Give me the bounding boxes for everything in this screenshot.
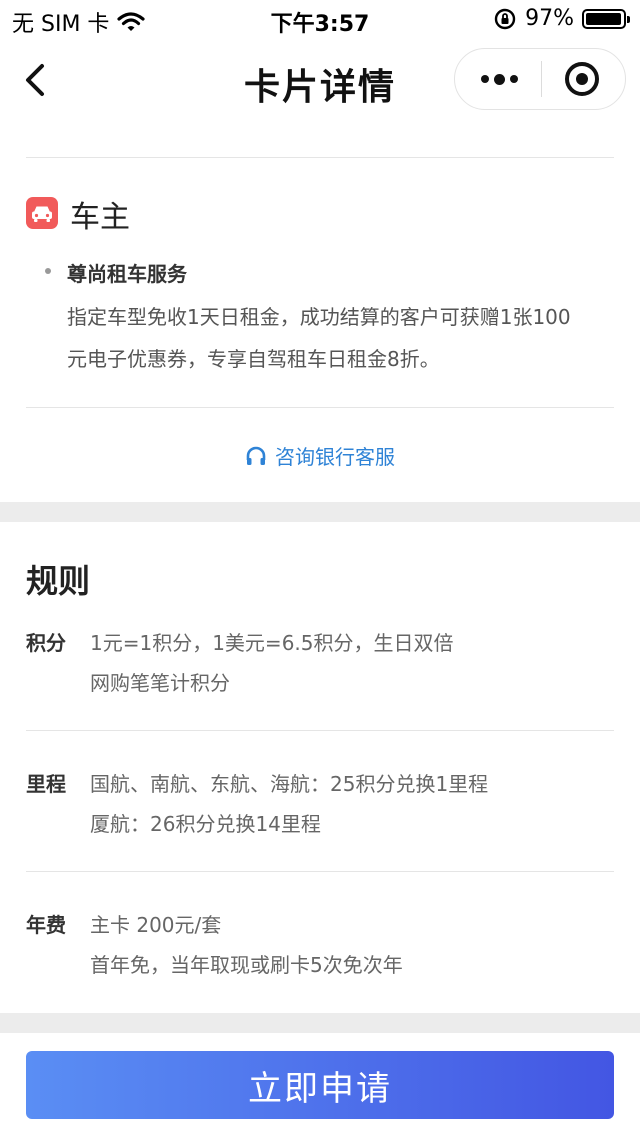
rules-title: 规则 <box>26 562 91 600</box>
rule-label-annual-fee: 年费 <box>26 913 66 937</box>
status-bar: 无 SIM 卡 下午3:57 97% <box>0 0 640 40</box>
divider <box>26 871 614 872</box>
orientation-lock-icon <box>494 8 516 29</box>
rule-line: 首年免，当年取现或刷卡5次免次年 <box>90 953 403 977</box>
benefit-desc-line: 元电子优惠券，专享自驾租车日租金8折。 <box>67 347 440 371</box>
rule-line: 国航、南航、东航、海航：25积分兑换1里程 <box>90 772 489 796</box>
benefit-desc-line: 指定车型免收1天日租金，成功结算的客户可获赠1张100 <box>67 305 571 329</box>
section-separator <box>0 502 640 522</box>
car-icon <box>26 197 58 229</box>
rule-line: 厦航：26积分兑换14里程 <box>90 812 321 836</box>
rule-label-points: 积分 <box>26 631 66 655</box>
consult-service-link[interactable]: 咨询银行客服 <box>0 441 640 470</box>
nav-bar: 卡片详情 <box>0 40 640 122</box>
divider <box>26 157 614 158</box>
headphones-icon <box>246 446 266 465</box>
rule-label-mileage: 里程 <box>26 772 66 796</box>
consult-label: 咨询银行客服 <box>275 445 395 469</box>
battery-icon <box>582 8 630 29</box>
battery-percent: 97% <box>525 6 574 31</box>
capsule-divider <box>541 61 542 97</box>
bullet-dot <box>45 268 51 274</box>
target-close-icon[interactable] <box>565 62 599 96</box>
battery-fill <box>586 12 621 25</box>
divider <box>26 407 614 408</box>
section-separator <box>0 1013 640 1033</box>
benefit-heading: 车主 <box>70 200 130 235</box>
divider <box>26 730 614 731</box>
benefit-description: 指定车型免收1天日租金，成功结算的客户可获赠1张100 元电子优惠券，专享自驾租… <box>67 296 617 380</box>
more-dots-icon[interactable] <box>475 57 523 101</box>
apply-now-button[interactable]: 立即申请 <box>26 1051 614 1119</box>
rule-line: 网购笔笔计积分 <box>90 671 230 695</box>
benefit-title: 尊尚租车服务 <box>67 262 187 286</box>
rule-line: 主卡 200元/套 <box>90 913 222 937</box>
rule-line: 1元=1积分，1美元=6.5积分，生日双倍 <box>90 631 454 655</box>
mini-program-capsule <box>454 48 626 110</box>
status-right: 97% <box>493 6 630 31</box>
